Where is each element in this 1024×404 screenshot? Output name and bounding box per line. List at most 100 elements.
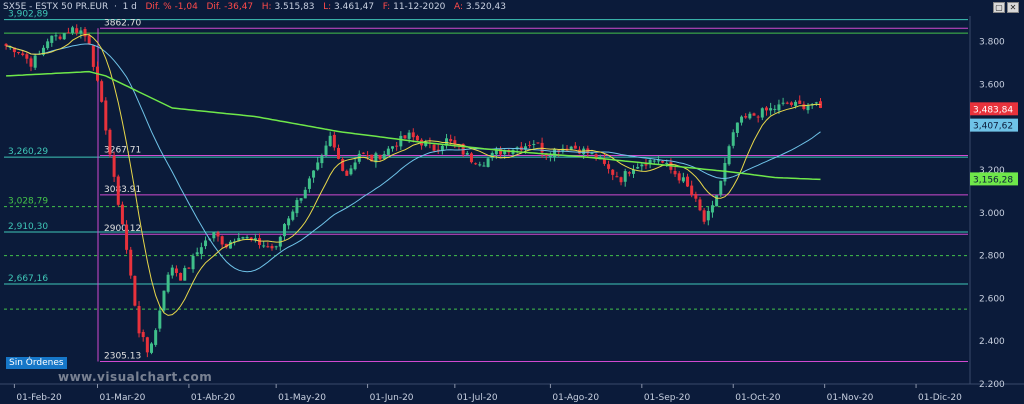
candle-body bbox=[465, 152, 469, 155]
candle-body bbox=[195, 252, 199, 255]
close-button[interactable]: ✕ bbox=[1007, 2, 1019, 13]
candle-body bbox=[274, 246, 278, 248]
candle-body bbox=[71, 27, 75, 34]
candle-body bbox=[324, 145, 328, 156]
candle-body bbox=[411, 132, 415, 138]
candle-body bbox=[532, 143, 536, 145]
candle-body bbox=[652, 160, 656, 162]
change-pct-value: -1,04 bbox=[174, 2, 198, 12]
candle-body bbox=[170, 267, 174, 276]
candle-body bbox=[361, 152, 365, 154]
candle-body bbox=[656, 160, 660, 162]
sma-mid-line bbox=[6, 43, 821, 273]
candle-body bbox=[794, 101, 798, 106]
candle-body bbox=[129, 249, 133, 276]
candle-body bbox=[415, 135, 419, 141]
x-tick-label: 01-Jul-20 bbox=[457, 393, 498, 403]
candle-body bbox=[112, 155, 116, 177]
candle-body bbox=[353, 162, 357, 170]
candle-body bbox=[528, 145, 532, 147]
candle-body bbox=[764, 107, 768, 111]
candle-body bbox=[715, 195, 719, 207]
candle-body bbox=[731, 132, 735, 146]
maximize-button[interactable]: ▢ bbox=[993, 2, 1005, 13]
candle-body bbox=[58, 36, 62, 39]
candle-body bbox=[748, 113, 752, 119]
candle-body bbox=[116, 176, 120, 205]
candle-body bbox=[262, 245, 266, 247]
y-tick-label: 2.400 bbox=[979, 337, 1005, 347]
candle-body bbox=[141, 331, 145, 338]
x-tick-label: 01-Feb-20 bbox=[16, 393, 62, 403]
change-label: Dif. bbox=[206, 2, 222, 12]
candle-body bbox=[54, 35, 58, 37]
candle-body bbox=[391, 146, 395, 149]
candle-body bbox=[469, 153, 473, 163]
candle-body bbox=[312, 170, 316, 178]
candle-body bbox=[486, 158, 490, 167]
candle-body bbox=[174, 268, 178, 273]
x-tick-label: 01-Jun-20 bbox=[370, 393, 414, 403]
change-value: -36,47 bbox=[224, 2, 254, 12]
candle-body bbox=[204, 240, 208, 247]
date-value: 11-12-2020 bbox=[393, 2, 446, 12]
open-value: 3.520,43 bbox=[465, 2, 506, 12]
x-tick-label: 01-May-20 bbox=[278, 393, 326, 403]
x-tick-label: 01-Nov-20 bbox=[827, 393, 874, 403]
candle-body bbox=[798, 100, 802, 104]
candle-body bbox=[386, 148, 390, 155]
candle-body bbox=[432, 144, 436, 151]
y-tick-label: 3.600 bbox=[979, 80, 1005, 90]
level-label: 2,910,30 bbox=[8, 222, 48, 232]
y-tick-label: 2.800 bbox=[979, 252, 1005, 262]
candle-body bbox=[125, 224, 129, 250]
candle-body bbox=[773, 108, 777, 110]
candle-body bbox=[303, 189, 307, 199]
candle-body bbox=[220, 236, 224, 245]
level-label: 2,667,16 bbox=[8, 274, 48, 284]
x-tick-label: 01-Dic-20 bbox=[918, 393, 962, 403]
candle-body bbox=[100, 81, 104, 102]
candle-body bbox=[299, 198, 303, 201]
high-label: H: bbox=[261, 2, 272, 12]
y-tick-label: 2.600 bbox=[979, 294, 1005, 304]
candle-body bbox=[553, 149, 557, 158]
sma-fast-line bbox=[6, 33, 821, 316]
watermark: www.visualchart.com bbox=[58, 370, 213, 384]
candle-body bbox=[740, 116, 744, 123]
candle-body bbox=[25, 54, 29, 59]
x-tick-label: 01-Oct-20 bbox=[735, 393, 780, 403]
candle-body bbox=[694, 193, 698, 199]
candle-body bbox=[677, 173, 681, 181]
candle-body bbox=[395, 145, 399, 147]
price-box-label: 3,156,28 bbox=[973, 175, 1013, 185]
change-pct-label: Dif. % bbox=[145, 2, 172, 12]
candle-body bbox=[719, 180, 723, 195]
candle-body bbox=[91, 45, 95, 67]
candle-body bbox=[199, 247, 203, 254]
candle-body bbox=[29, 58, 33, 67]
candle-body bbox=[212, 232, 216, 239]
level-label: 2900.12 bbox=[104, 224, 141, 234]
candle-body bbox=[245, 236, 249, 239]
candle-body bbox=[133, 275, 137, 306]
orders-status-badge[interactable]: Sin Órdenes bbox=[6, 357, 67, 369]
low-value: 3.461,47 bbox=[334, 2, 375, 12]
candle-body bbox=[777, 104, 781, 111]
candle-body bbox=[814, 102, 818, 104]
candle-body bbox=[158, 310, 162, 329]
candle-body bbox=[145, 337, 149, 353]
price-chart[interactable]: 3.8003.6003.4003.2003.0002.8002.6002.400… bbox=[0, 0, 1024, 404]
candle-body bbox=[349, 168, 353, 175]
candle-body bbox=[216, 232, 220, 237]
candle-body bbox=[573, 145, 577, 149]
candle-body bbox=[735, 122, 739, 133]
candle-body bbox=[79, 30, 83, 34]
chart-header: SX5E - ESTX 50 PR.EUR · 1 d Dif. % -1,04… bbox=[3, 2, 506, 12]
level-label: 3862.70 bbox=[104, 18, 141, 28]
candle-body bbox=[611, 169, 615, 175]
candle-body bbox=[540, 142, 544, 153]
sma-slow-line bbox=[6, 70, 821, 181]
candle-body bbox=[785, 102, 789, 104]
high-value: 3.515,83 bbox=[274, 2, 315, 12]
